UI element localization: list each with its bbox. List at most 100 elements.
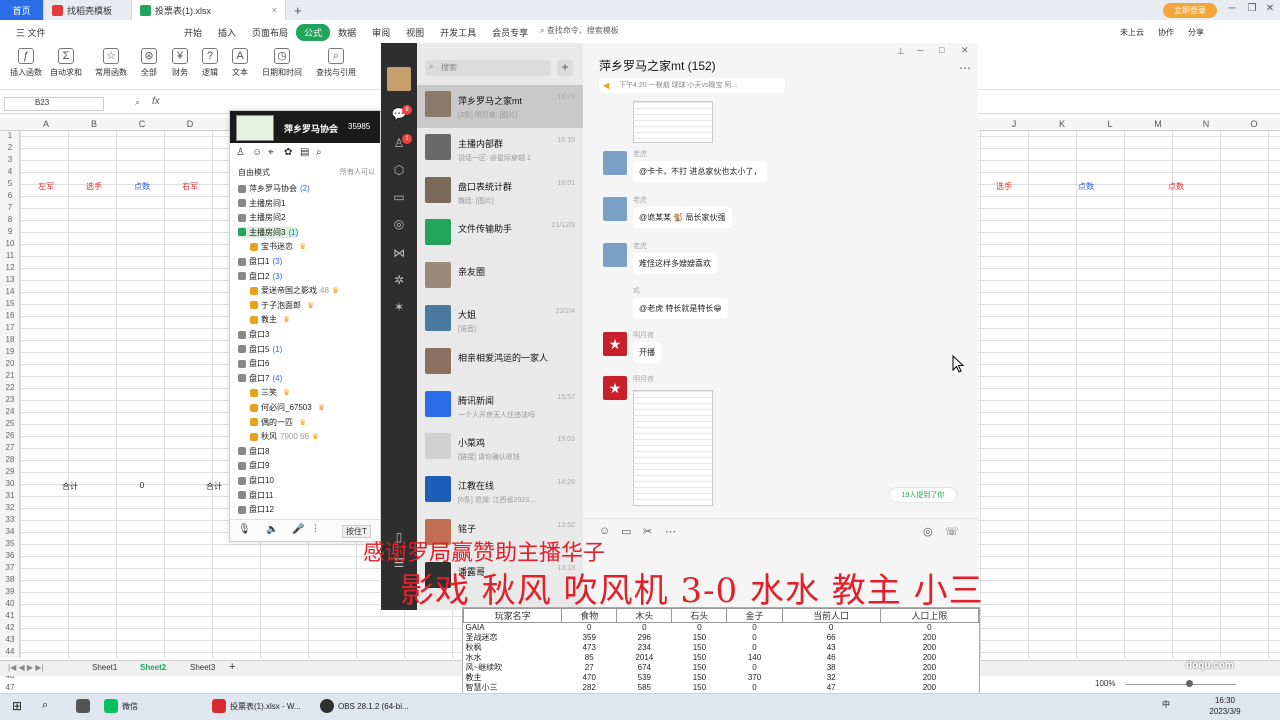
member-item[interactable]: 教主 ♛: [250, 314, 290, 325]
menu-insert[interactable]: 插入: [210, 26, 244, 39]
common-functions-button[interactable]: ☆ 常用函数: [91, 48, 131, 78]
message-bubble[interactable]: @卡卡，不打 进总家伙也太小了，: [633, 161, 768, 182]
restore-icon[interactable]: ❐: [1245, 3, 1259, 17]
search-icon[interactable]: ✲: [391, 273, 407, 289]
sender-avatar[interactable]: [603, 197, 627, 221]
row-header[interactable]: 11: [0, 251, 20, 260]
app-icon[interactable]: [76, 699, 90, 713]
cell-b5[interactable]: 选手: [70, 181, 118, 192]
ime-indicator[interactable]: 中: [1162, 699, 1170, 710]
row-header[interactable]: 34: [0, 527, 20, 536]
col-c[interactable]: C: [118, 119, 166, 129]
login-button[interactable]: 立即登录: [1163, 3, 1217, 18]
microphone-icon[interactable]: 🎤: [292, 524, 304, 535]
chat-item[interactable]: 萍乡罗马之家mt 16:29 [2条] 明月夜: [图片]: [417, 85, 583, 128]
row-header[interactable]: 47: [0, 683, 20, 692]
gift-icon[interactable]: ✿: [284, 147, 296, 159]
zoom-icon[interactable]: ⌕: [135, 97, 140, 108]
my-avatar[interactable]: [387, 67, 411, 91]
row-header[interactable]: 5: [0, 179, 20, 188]
room-item[interactable]: 盘口8: [238, 446, 272, 457]
tab-home[interactable]: 首页: [0, 0, 44, 20]
chat-history-icon[interactable]: ⋯: [665, 525, 676, 538]
cell-m5[interactable]: 点数: [1152, 181, 1200, 192]
cell-j5[interactable]: 选手: [980, 181, 1028, 192]
row-header[interactable]: 10: [0, 239, 20, 248]
col-a[interactable]: A: [22, 119, 70, 129]
equalizer-icon[interactable]: ⫶: [314, 524, 317, 535]
member-item[interactable]: 秋风 7900 66 ♛: [250, 431, 319, 442]
menu-view[interactable]: 视图: [398, 26, 432, 39]
files-icon[interactable]: ▭: [391, 190, 407, 206]
room-item[interactable]: 萍乡罗马协会 (2): [238, 183, 310, 194]
add-sheet-icon[interactable]: +: [229, 661, 235, 673]
row-header[interactable]: 4: [0, 167, 20, 176]
row-header[interactable]: 35: [0, 539, 20, 548]
channels-icon[interactable]: ⋈: [391, 246, 407, 262]
sender-avatar[interactable]: ★: [603, 376, 627, 400]
row-header[interactable]: 42: [0, 623, 20, 632]
call-icon[interactable]: ☏: [945, 525, 959, 538]
room-item[interactable]: 盘口5 (1): [238, 344, 282, 355]
chat-item[interactable]: 腾讯新闻 15:57 一个人开房无人住违法吗: [417, 385, 583, 428]
row-header[interactable]: 43: [0, 635, 20, 644]
menu-review[interactable]: 审阅: [364, 26, 398, 39]
row-header[interactable]: 26: [0, 431, 20, 440]
row-header[interactable]: 25: [0, 419, 20, 428]
cell-c30[interactable]: 0: [118, 481, 166, 490]
row-header[interactable]: 28: [0, 455, 20, 464]
chat-item[interactable]: 相亲相爱鸿运的一家人: [417, 342, 583, 385]
taskbar-wps[interactable]: 投票表(1).xlsx - W...: [212, 699, 301, 713]
location-icon[interactable]: ⌖: [268, 147, 280, 159]
row-header[interactable]: 29: [0, 467, 20, 476]
room-item[interactable]: 盘口9: [238, 460, 272, 471]
minimize-icon[interactable]: ─: [917, 45, 923, 55]
room-item[interactable]: 盘口2 (3): [238, 271, 282, 282]
tab-close-icon[interactable]: ×: [272, 5, 277, 15]
cloud-status[interactable]: 未上云: [1120, 27, 1144, 38]
view-mode-select[interactable]: 自由模式: [238, 167, 270, 178]
sheet-tab-3[interactable]: Sheet3: [190, 663, 215, 672]
row-header[interactable]: 32: [0, 503, 20, 512]
row-header[interactable]: 9: [0, 227, 20, 236]
mention-badge[interactable]: 19人提到了你: [889, 487, 957, 503]
windows-start-icon[interactable]: ⊞: [12, 699, 22, 713]
close-icon[interactable]: ✕: [961, 45, 969, 56]
member-icon[interactable]: ♙: [236, 147, 248, 159]
member-item[interactable]: 偶的一匹 ♛: [250, 417, 306, 428]
sender-avatar[interactable]: [603, 288, 627, 312]
menu-layout[interactable]: 页面布局: [244, 26, 296, 39]
room-item[interactable]: 主播房间2: [238, 212, 288, 223]
chat-item[interactable]: 亲友圈: [417, 256, 583, 299]
row-header[interactable]: 36: [0, 551, 20, 560]
speaker-icon[interactable]: 🔈: [266, 524, 278, 535]
favorites-icon[interactable]: ⬡: [391, 163, 407, 179]
col-k[interactable]: K: [1038, 119, 1086, 129]
row-header[interactable]: 20: [0, 359, 20, 368]
cell-a5[interactable]: 左军: [22, 181, 70, 192]
moments-icon[interactable]: ◎: [391, 217, 407, 233]
row-header[interactable]: 2: [0, 143, 20, 152]
collab-button[interactable]: 协作: [1158, 27, 1174, 38]
col-b[interactable]: B: [70, 119, 118, 129]
message-bubble[interactable]: @诡某某 🐒 局长家伙强: [633, 207, 732, 228]
row-header[interactable]: 6: [0, 191, 20, 200]
member-item[interactable]: 于子泡面郎 ♛: [250, 300, 314, 311]
row-header[interactable]: 18: [0, 335, 20, 344]
sheet-nav-icon[interactable]: |◀ ◀ ▶ ▶|: [8, 663, 43, 672]
col-j[interactable]: J: [990, 119, 1038, 129]
room-item[interactable]: 盘口6: [238, 358, 272, 369]
search-icon[interactable]: ⌕: [316, 147, 328, 159]
room-item[interactable]: 主播房间1: [238, 198, 288, 209]
member-item[interactable]: 爱迷帝国之影戏 48 ♛: [250, 285, 339, 296]
col-m[interactable]: M: [1134, 119, 1182, 129]
row-header[interactable]: 27: [0, 443, 20, 452]
row-header[interactable]: 37: [0, 563, 20, 572]
room-item[interactable]: 盘口1 (3): [238, 256, 282, 267]
room-item[interactable]: 盘口7 (4): [238, 373, 282, 384]
menu-data[interactable]: 数据: [330, 26, 364, 39]
chat-item[interactable]: 小菜鸡 15:03 [链接] 请你确认收钱: [417, 427, 583, 470]
scissors-icon[interactable]: ✂: [643, 525, 652, 538]
row-header[interactable]: 33: [0, 515, 20, 524]
minimize-icon[interactable]: ─: [1225, 3, 1239, 17]
